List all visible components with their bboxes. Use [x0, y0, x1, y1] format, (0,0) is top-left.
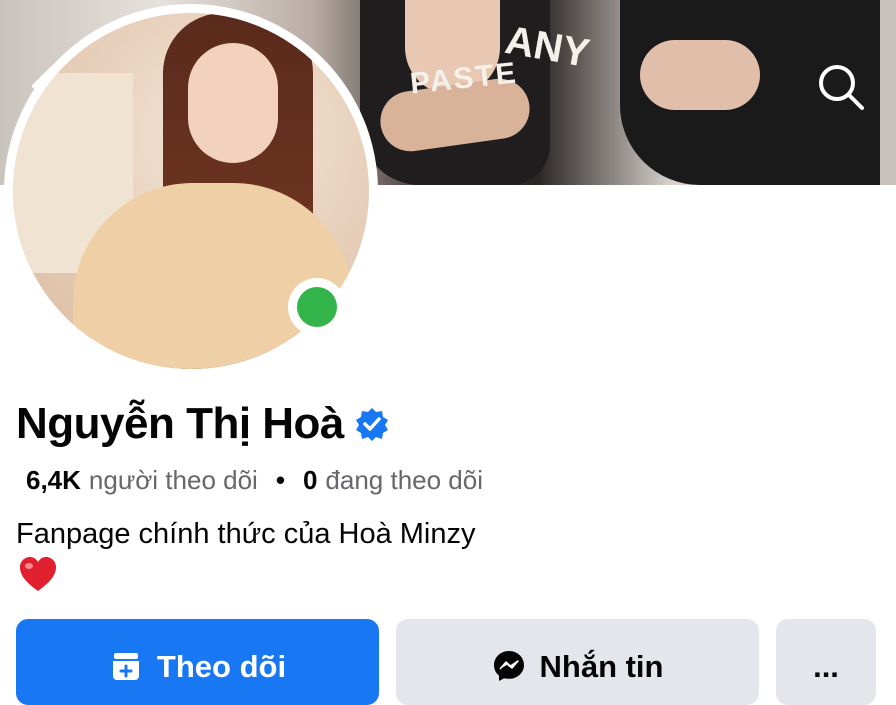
profile-bio: Fanpage chính thức của Hoà Minzy	[16, 518, 476, 550]
followers-count[interactable]: 6,4K	[26, 465, 81, 496]
follow-page-icon	[112, 653, 139, 680]
profile-name: Nguyễn Thị Hoà	[16, 399, 344, 448]
messenger-icon	[493, 651, 524, 681]
follow-stats: 6,4K người theo dõi • 0 đang theo dõi	[26, 465, 483, 496]
follow-button[interactable]: Theo dõi	[16, 619, 379, 705]
follow-button-label: Theo dõi	[156, 649, 287, 684]
more-options-label: ...	[813, 649, 839, 684]
profile-name-row: Nguyễn Thị Hoà	[16, 396, 390, 452]
avatar-body	[73, 183, 353, 369]
message-button[interactable]: Nhắn tin	[396, 619, 759, 705]
cover-arm-right	[640, 40, 760, 110]
search-button[interactable]	[812, 58, 868, 114]
search-icon	[819, 65, 864, 110]
heart-emoji-icon	[20, 557, 56, 591]
more-options-button[interactable]: ...	[776, 619, 876, 705]
verified-badge-icon	[355, 408, 388, 441]
following-label[interactable]: đang theo dõi	[325, 465, 483, 496]
message-button-label: Nhắn tin	[539, 649, 664, 684]
avatar-face	[188, 43, 278, 163]
stats-separator: •	[275, 465, 285, 495]
online-status-dot	[297, 287, 337, 327]
following-count[interactable]: 0	[303, 465, 317, 496]
followers-label[interactable]: người theo dõi	[89, 465, 258, 496]
